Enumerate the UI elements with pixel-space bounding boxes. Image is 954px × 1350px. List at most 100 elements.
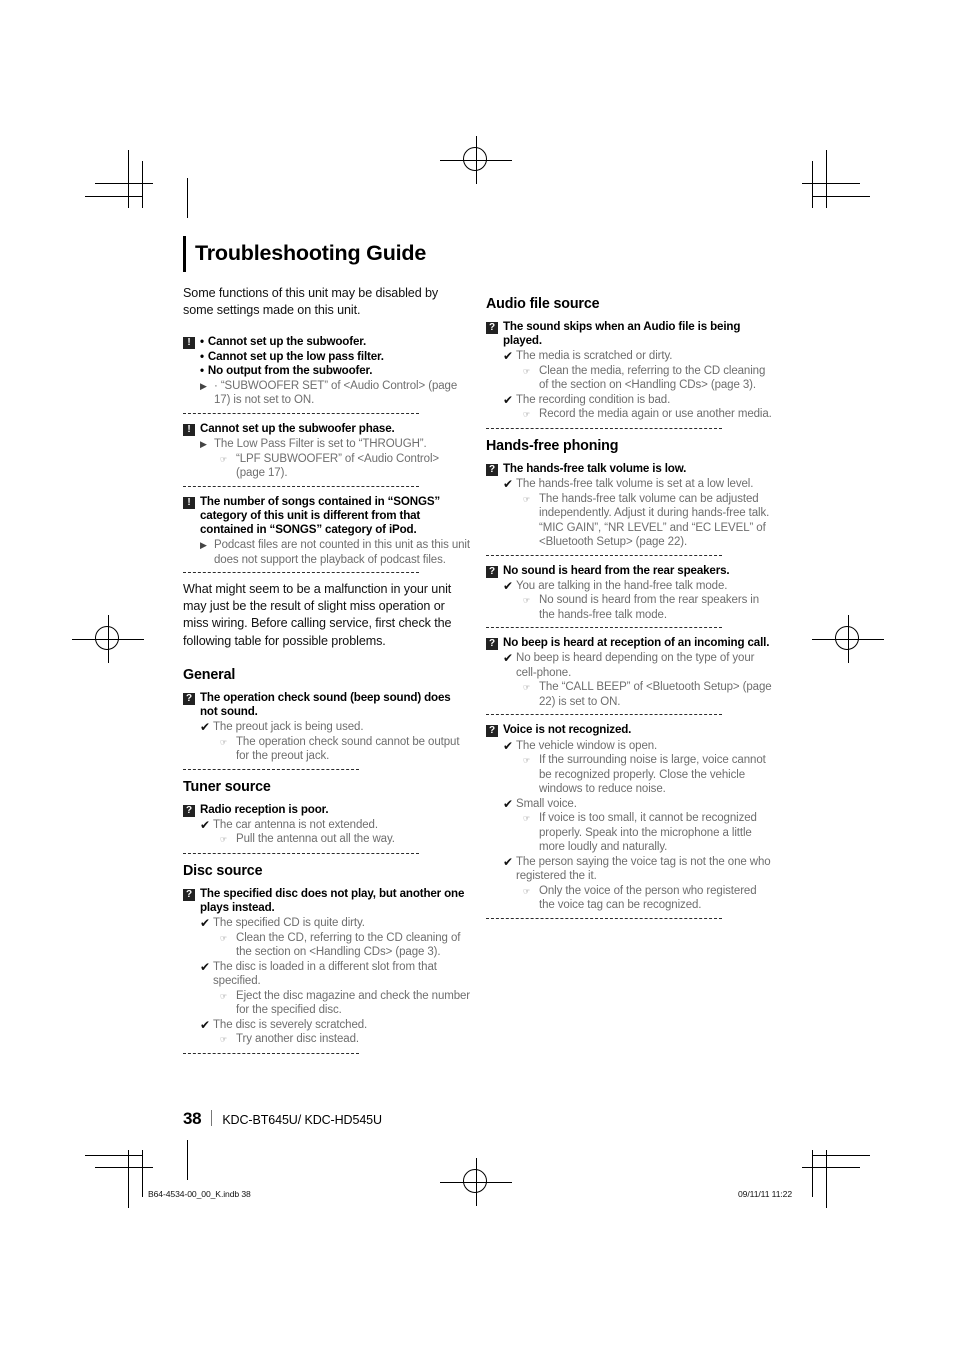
right-column: Audio file source? The sound skips when a… <box>486 285 774 927</box>
solution-text: The hands-free talk volume can be adjust… <box>539 492 770 549</box>
check-icon: ✔ <box>503 392 514 407</box>
crop-mark-bottom-right-v <box>826 1150 827 1208</box>
cause-line: ✔ No beep is heard depending on the type … <box>503 651 774 680</box>
page-number: 38 <box>183 1109 202 1128</box>
question-badge-icon: ? <box>183 692 195 705</box>
notice-entry: ! Cannot set up the subwoofer phase. ▶ The … <box>183 422 471 481</box>
answer-line: ▶ · “SUBWOOFER SET” of <Audio Control> (p… <box>200 379 471 408</box>
check-icon: ✔ <box>503 578 514 593</box>
left-sections: General ? The operation check sound (beep … <box>183 666 471 1055</box>
question-badge-icon: ? <box>183 804 195 817</box>
cause-text: The car antenna is not extended. <box>213 818 378 831</box>
cause-line: ✔ You are talking in the hand-free talk m… <box>503 579 774 594</box>
solution-line: ☞ “LPF SUBWOOFER” of <Audio Control> (pag… <box>220 452 471 481</box>
cause-line: ✔ The disc is severely scratched. <box>200 1018 471 1033</box>
check-icon: ✔ <box>503 738 514 753</box>
crop-mark-top-left-v <box>128 150 129 208</box>
cause-text: The specified CD is quite dirty. <box>213 917 365 930</box>
solution-text: The “CALL BEEP” of <Bluetooth Setup> (pa… <box>539 681 772 708</box>
crop-mark-bottom-right-inner-h <box>812 1155 870 1156</box>
check-icon: ✔ <box>200 720 211 735</box>
crop-mark-top-left-h <box>95 183 153 184</box>
cause-line: ✔ Small voice. <box>503 797 774 812</box>
cause-text: The preout jack is being used. <box>213 721 364 734</box>
question-badge-icon: ? <box>486 638 498 651</box>
pointing-hand-icon: ☞ <box>220 933 227 943</box>
check-icon: ✔ <box>503 854 514 869</box>
crop-mark-top-left-inner-v <box>142 161 143 208</box>
check-icon: ✔ <box>503 651 514 666</box>
solution-text: Clean the CD, referring to the CD cleani… <box>236 931 461 959</box>
question-text: Voice is not recognized. <box>503 723 632 737</box>
pointing-hand-icon: ☞ <box>523 683 530 693</box>
warning-badge-icon: ! <box>183 337 195 350</box>
cause-line: ✔ The person saying the voice tag is not … <box>503 855 774 884</box>
answer-line: ▶ Podcast files are not counted in this u… <box>200 538 471 567</box>
section-heading-audio-file-source: Audio file source <box>486 296 600 312</box>
notice-line: ! The number of songs contained in “SONGS… <box>183 495 471 537</box>
trouble-entry: ? No sound is heard from the rear speaker… <box>486 564 774 623</box>
left-column: Some functions of this unit may be disab… <box>183 285 471 1062</box>
answer-line: ▶ The Low Pass Filter is set to “THROUGH”… <box>200 437 471 452</box>
cause-text: The hands-free talk volume is set at a l… <box>516 478 754 491</box>
solution-line: ☞ Pull the antenna out all the way. <box>220 832 471 848</box>
cause-text: You are talking in the hand-free talk mo… <box>516 579 728 592</box>
solution-text: Try another disc instead. <box>236 1033 359 1046</box>
pointing-hand-icon: ☞ <box>523 410 530 420</box>
notice-line: ! Cannot set up the subwoofer.Cannot set … <box>183 335 471 377</box>
section-separator <box>486 554 722 556</box>
solution-text: Only the voice of the person who registe… <box>539 884 757 912</box>
question-text: The sound skips when an Audio file is be… <box>503 320 741 348</box>
section-separator <box>183 853 419 855</box>
solution-line: ☞ If the surrounding noise is large, voic… <box>523 753 774 797</box>
cause-text: The media is scratched or dirty. <box>516 350 673 363</box>
solution-line: ☞ Clean the media, referring to the CD cl… <box>523 364 774 393</box>
check-icon: ✔ <box>200 916 211 931</box>
solution-text: Pull the antenna out all the way. <box>236 833 395 846</box>
crop-mark-top-right-inner-h <box>812 196 870 197</box>
section-separator <box>486 714 722 716</box>
notice-entry: ! The number of songs contained in “SONGS… <box>183 495 471 567</box>
answer-text: · “SUBWOOFER SET” of <Audio Control> (pa… <box>214 379 458 407</box>
crop-mark-bottom-left-inner-v <box>142 1150 143 1197</box>
cause-text: The vehicle window is open. <box>516 739 658 752</box>
section-separator <box>183 572 419 574</box>
page-footer: 38 KDC-BT645U/ KDC-HD545U <box>183 1108 382 1129</box>
notice-line: ! Cannot set up the subwoofer phase. <box>183 422 471 436</box>
right-sections: Audio file source? The sound skips when a… <box>486 295 774 919</box>
section-heading-general: General <box>183 666 236 683</box>
solution-line: ☞ Clean the CD, referring to the CD clean… <box>220 931 471 960</box>
pointing-hand-icon: ☞ <box>220 835 227 845</box>
pointing-hand-icon: ☞ <box>523 886 530 896</box>
section-heading-disc-source: Disc source <box>183 863 263 880</box>
question-line: ? Voice is not recognized. <box>486 723 774 738</box>
solution-line: ☞ The operation check sound cannot be out… <box>220 735 471 764</box>
pointing-hand-icon: ☞ <box>220 454 227 464</box>
section-heading-hands-free-phoning: Hands-free phoning <box>486 438 619 455</box>
section-heading-tuner-source: Tuner source <box>183 778 271 795</box>
crop-mark-bottom-left-h <box>95 1167 153 1168</box>
printed-page: Troubleshooting Guide Some functions of … <box>0 0 954 1350</box>
solution-text: “LPF SUBWOOFER” of <Audio Control> (page… <box>236 452 440 480</box>
solution-text: Clean the media, referring to the CD cle… <box>539 364 766 392</box>
trouble-entry: ? The operation check sound (beep sound) … <box>183 691 471 764</box>
solution-text: The operation check sound cannot be outp… <box>236 735 460 763</box>
cause-text: No beep is heard depending on the type o… <box>516 652 755 679</box>
intro-paragraph-1: Some functions of this unit may be disab… <box>183 286 439 318</box>
check-icon: ✔ <box>503 477 514 492</box>
trouble-entry: ? Voice is not recognized. ✔ The vehicle wi… <box>486 723 774 912</box>
cause-text: The disc is loaded in a different slot f… <box>213 960 437 988</box>
solution-text: No sound is heard from the rear speakers… <box>539 594 760 621</box>
trouble-entry: ? No beep is heard at reception of an inc… <box>486 636 774 709</box>
cause-text: The recording condition is bad. <box>516 393 671 406</box>
check-icon: ✔ <box>200 959 211 974</box>
solution-text: If the surrounding noise is large, voice… <box>539 754 766 796</box>
title-accent-rule <box>183 236 186 272</box>
check-icon: ✔ <box>503 349 514 364</box>
question-line: ? The hands-free talk volume is low. <box>486 462 774 477</box>
bleed-line-left <box>187 178 188 218</box>
solution-line: ☞ No sound is heard from the rear speaker… <box>523 593 774 622</box>
print-timestamp: 09/11/11 11:22 <box>738 1189 793 1199</box>
pointing-hand-icon: ☞ <box>523 814 530 824</box>
check-icon: ✔ <box>503 796 514 811</box>
